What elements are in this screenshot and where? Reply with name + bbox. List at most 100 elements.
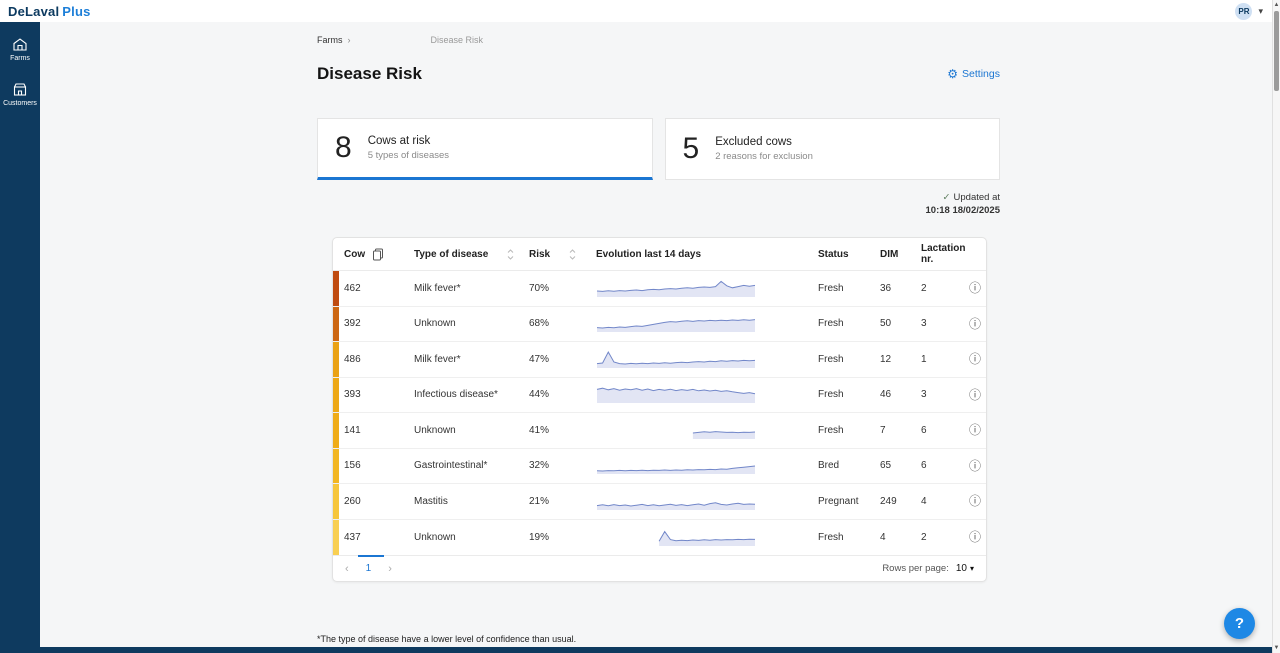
card-subtitle: 2 reasons for exclusion (715, 151, 813, 162)
check-icon: ✓ (943, 192, 951, 203)
help-button[interactable]: ? (1224, 608, 1255, 639)
scroll-down-icon[interactable]: ▼ (1273, 645, 1280, 651)
dim-value: 12 (875, 354, 916, 365)
column-header-cow: Cow (339, 248, 409, 261)
breadcrumb-farms[interactable]: Farms (317, 35, 343, 45)
table-row[interactable]: 393 Infectious disease* 44% Fresh 46 3 ⓘ (333, 378, 986, 414)
page-title: Disease Risk (317, 64, 422, 84)
lactation-number: 2 (916, 283, 964, 294)
info-icon[interactable]: ⓘ (969, 282, 981, 294)
rows-per-page: Rows per page: 10 ▾ (882, 563, 974, 574)
breadcrumb: Farms › Disease Risk (317, 35, 483, 45)
rows-per-page-label: Rows per page: (882, 563, 949, 574)
info-icon[interactable]: ⓘ (969, 460, 981, 472)
delaval-plus-logo[interactable]: DeLavalPlus (8, 4, 91, 19)
info-icon[interactable]: ⓘ (969, 531, 981, 543)
cow-id: 486 (339, 354, 409, 365)
rows-per-page-select[interactable]: 10 ▾ (956, 563, 974, 574)
sort-icon[interactable] (507, 249, 514, 260)
table-footer: ‹ 1 › Rows per page: 10 ▾ (333, 555, 986, 581)
card-excluded-cows[interactable]: 5 Excluded cows 2 reasons for exclusion (665, 118, 1001, 180)
avatar[interactable]: PR (1235, 3, 1252, 20)
sparkline-chart (596, 274, 756, 300)
info-icon[interactable]: ⓘ (969, 424, 981, 436)
evolution-sparkline (586, 380, 813, 409)
updated-label: Updated at (954, 192, 1000, 203)
risk-value: 44% (524, 389, 586, 400)
cow-status: Pregnant (813, 496, 875, 507)
summary-cards: 8 Cows at risk 5 types of diseases 5 Exc… (317, 118, 1000, 180)
dim-value: 4 (875, 532, 916, 543)
lactation-number: 3 (916, 389, 964, 400)
lactation-number: 3 (916, 318, 964, 329)
disease-type: Mastitis (409, 496, 524, 507)
sparkline-chart (596, 345, 756, 371)
column-header-dim: DIM (875, 249, 916, 260)
evolution-sparkline (586, 309, 813, 338)
cow-id: 437 (339, 532, 409, 543)
disease-type: Gastrointestinal* (409, 460, 524, 471)
card-cows-at-risk[interactable]: 8 Cows at risk 5 types of diseases (317, 118, 653, 180)
sparkline-chart (596, 451, 756, 477)
table-row[interactable]: 486 Milk fever* 47% Fresh 12 1 ⓘ (333, 342, 986, 378)
page-header: Disease Risk ⚙ Settings (317, 64, 1000, 84)
table-row[interactable]: 141 Unknown 41% Fresh 7 6 ⓘ (333, 413, 986, 449)
pager: ‹ 1 › (345, 563, 392, 575)
disease-type: Milk fever* (409, 354, 524, 365)
scroll-up-icon[interactable]: ▲ (1273, 2, 1280, 8)
lactation-number: 1 (916, 354, 964, 365)
previous-page-icon[interactable]: ‹ (345, 563, 349, 575)
sidebar-item-customers[interactable]: Customers (0, 79, 40, 110)
footnote: *The type of disease have a lower level … (317, 634, 576, 644)
disease-type: Infectious disease* (409, 389, 524, 400)
user-menu[interactable]: PR ▾ (1235, 3, 1263, 20)
cow-id: 156 (339, 460, 409, 471)
updated-at: ✓Updated at 10:18 18/02/2025 (760, 191, 1000, 217)
breadcrumb-current: Disease Risk (431, 35, 484, 45)
customers-icon (12, 82, 28, 97)
updated-timestamp: 10:18 18/02/2025 (760, 204, 1000, 217)
sparkline-chart (596, 380, 756, 406)
table-row[interactable]: 437 Unknown 19% Fresh 4 2 ⓘ (333, 520, 986, 556)
copy-icon[interactable] (372, 248, 384, 261)
evolution-sparkline (586, 416, 813, 445)
farms-icon (12, 37, 28, 52)
info-icon[interactable]: ⓘ (969, 318, 981, 330)
info-icon[interactable]: ⓘ (969, 495, 981, 507)
column-header-risk[interactable]: Risk (524, 249, 586, 260)
sparkline-chart (596, 523, 756, 549)
cow-status: Fresh (813, 283, 875, 294)
table-header: Cow Type of disease Risk (333, 238, 986, 271)
dim-value: 249 (875, 496, 916, 507)
vertical-scrollbar[interactable]: ▲ ▼ (1272, 0, 1280, 653)
evolution-sparkline (586, 274, 813, 303)
sparkline-chart (596, 487, 756, 513)
cow-id: 392 (339, 318, 409, 329)
column-header-disease[interactable]: Type of disease (409, 249, 524, 260)
next-page-icon[interactable]: › (388, 563, 392, 575)
table-row[interactable]: 260 Mastitis 21% Pregnant 249 4 ⓘ (333, 484, 986, 520)
lactation-number: 6 (916, 425, 964, 436)
card-subtitle: 5 types of diseases (368, 150, 449, 161)
page-number[interactable]: 1 (366, 563, 372, 574)
info-icon[interactable]: ⓘ (969, 389, 981, 401)
chevron-down-icon[interactable]: ▾ (1258, 6, 1263, 17)
sparkline-chart (596, 309, 756, 335)
risk-value: 68% (524, 318, 586, 329)
table-row[interactable]: 462 Milk fever* 70% Fresh 36 2 ⓘ (333, 271, 986, 307)
column-header-evolution: Evolution last 14 days (586, 249, 813, 260)
disease-type: Unknown (409, 425, 524, 436)
scrollbar-thumb[interactable] (1274, 11, 1279, 91)
risk-value: 32% (524, 460, 586, 471)
cow-id: 462 (339, 283, 409, 294)
table-row[interactable]: 156 Gastrointestinal* 32% Bred 65 6 ⓘ (333, 449, 986, 485)
sort-icon[interactable] (569, 249, 576, 260)
evolution-sparkline (586, 451, 813, 480)
logo-text-delaval: DeLaval (8, 4, 59, 19)
dim-value: 7 (875, 425, 916, 436)
sidebar-item-farms[interactable]: Farms (0, 34, 40, 65)
settings-button[interactable]: ⚙ Settings (947, 68, 1000, 80)
table-row[interactable]: 392 Unknown 68% Fresh 50 3 ⓘ (333, 307, 986, 343)
info-icon[interactable]: ⓘ (969, 353, 981, 365)
app-window: DeLavalPlus PR ▾ Farms Customers Farms ›… (0, 0, 1280, 653)
